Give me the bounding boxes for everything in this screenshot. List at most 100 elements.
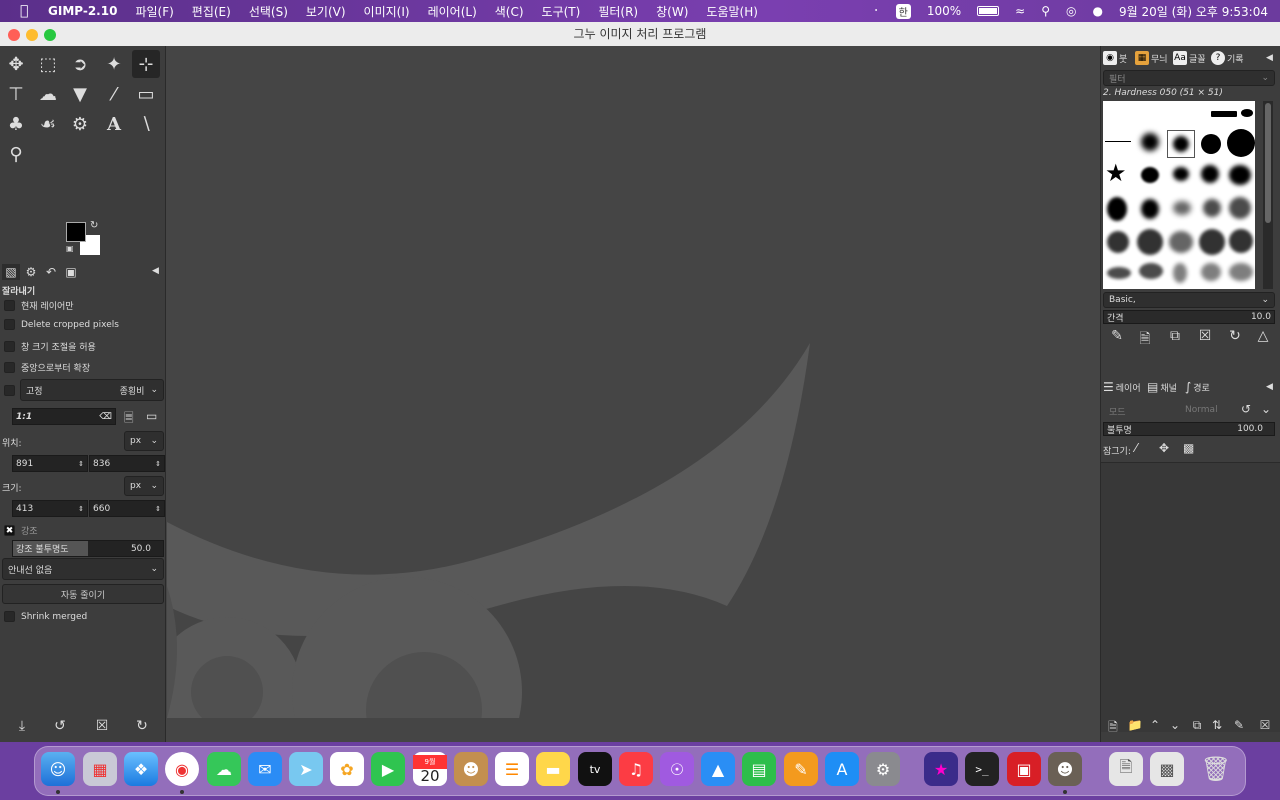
images-tab-icon[interactable]: ▣ [62,264,80,280]
lower-layer-icon[interactable]: ⌄ [1165,718,1185,732]
spin-arrows-icon[interactable]: ⇕ [155,505,161,513]
app-store-icon[interactable]: A [825,752,859,786]
podcasts-icon[interactable]: ☉ [660,752,694,786]
highlight-option[interactable]: ✖ 강조 [4,524,38,537]
brush-item[interactable] [1141,133,1159,151]
size-height-input[interactable]: 660 ⇕ [89,500,165,517]
siri-icon[interactable]: ● [1093,4,1103,18]
zoom-tool-icon[interactable]: ⚲ [2,140,30,168]
photos-icon[interactable]: ✿ [330,752,364,786]
brush-item[interactable] [1203,199,1221,217]
guides-dropdown[interactable]: 안내선 없음 ⌄ [2,558,164,580]
launchpad-icon[interactable]: ▦ [83,752,117,786]
document-icon[interactable]: 🗎 [1109,752,1143,786]
fuzzy-select-tool-icon[interactable]: ✦ [100,50,128,78]
mail-icon[interactable]: ✉ [248,752,282,786]
reset-tool-options-icon[interactable]: ↻ [132,718,152,734]
delete-cropped-option[interactable]: Delete cropped pixels [4,319,119,330]
image-canvas[interactable] [167,46,1100,718]
chrome-icon[interactable]: ◉ [165,752,199,786]
music-icon[interactable]: ♫ [619,752,653,786]
fixed-mode-dropdown[interactable]: 고정 종횡비 ⌄ [20,379,164,401]
panel-menu-icon[interactable]: ◀ [1266,382,1273,392]
menu-layer[interactable]: 레이어(L) [428,3,477,20]
notes-icon[interactable]: ▬ [536,752,570,786]
wifi-icon[interactable]: ≈ [1015,4,1025,18]
new-layer-icon[interactable]: 🗎 [1103,718,1123,739]
edit-brush-icon[interactable]: ✎ [1107,328,1127,344]
fixed-checkbox-row[interactable] [4,385,15,396]
imovie-icon[interactable]: ★ [924,752,958,786]
brush-item[interactable] [1199,229,1225,255]
warp-transform-tool-icon[interactable]: ☁ [34,80,62,108]
contacts-icon[interactable]: ☻ [454,752,488,786]
brush-item[interactable] [1173,201,1191,215]
gimp-icon[interactable]: ☻ [1048,752,1082,786]
brush-scrollbar[interactable] [1263,101,1273,289]
lock-pixels-icon[interactable]: ⁄ [1135,441,1137,455]
app-menu[interactable]: GIMP-2.10 [48,4,117,18]
smudge-tool-icon[interactable]: ☙ [34,110,62,138]
position-x-input[interactable]: 891 ⇕ [12,455,88,472]
menu-edit[interactable]: 편집(E) [192,3,231,20]
minimize-window-button[interactable] [26,29,38,41]
foreground-color-swatch[interactable] [66,222,86,242]
tab-layers[interactable]: ☰ 레이어 [1103,380,1141,394]
panel-menu-icon[interactable]: ◀ [152,266,159,276]
rect-select-tool-icon[interactable]: ⬚ [34,50,62,78]
terminal-icon[interactable]: >_ [965,752,999,786]
menu-view[interactable]: 보기(V) [306,3,346,20]
auto-shrink-button[interactable]: 자동 줄이기 [2,584,164,604]
keynote-icon[interactable]: ▲ [701,752,735,786]
lock-alpha-icon[interactable]: ▩ [1183,441,1194,455]
lasso-tool-icon[interactable]: ➲ [66,50,94,78]
merge-layer-icon[interactable]: ⇅ [1207,718,1227,732]
brush-item[interactable] [1201,263,1221,281]
color-picker-tool-icon[interactable]: ∖ [132,110,160,138]
brush-item[interactable] [1211,111,1237,117]
close-window-button[interactable] [8,29,20,41]
default-colors-icon[interactable]: ▣ [66,244,74,253]
menu-colors[interactable]: 색(C) [495,3,524,20]
device-status-tab-icon[interactable]: ⚙ [22,264,40,280]
menu-help[interactable]: 도움말(H) [706,3,758,20]
spin-arrows-icon[interactable]: ⇕ [155,460,161,468]
delete-layer-icon[interactable]: ☒ [1255,718,1275,732]
swap-colors-icon[interactable]: ↻ [90,220,98,231]
control-center-icon[interactable]: ◎ [1066,4,1076,18]
layer-list[interactable] [1101,462,1280,732]
reminders-icon[interactable]: ☰ [495,752,529,786]
brush-item[interactable] [1141,167,1159,183]
numbers-icon[interactable]: ▤ [742,752,776,786]
brush-item[interactable] [1173,136,1189,152]
landscape-icon[interactable]: ▭ [146,409,157,423]
safari-icon[interactable]: ❖ [124,752,158,786]
tool-options-tab-icon[interactable]: ▧ [2,264,20,280]
expand-center-option[interactable]: 중앙으로부터 확장 [4,361,90,374]
tab-document-history[interactable]: ? 기록 [1211,51,1244,65]
bucket-fill-tool-icon[interactable]: ▼ [66,80,94,108]
tab-patterns[interactable]: ▦ 무늬 [1135,51,1168,65]
clock[interactable]: 9월 20일 (화) 오후 9:53:04 [1119,3,1268,20]
brush-item[interactable] [1227,129,1255,157]
position-unit-dropdown[interactable]: px ⌄ [124,431,164,451]
pages-icon[interactable]: ✎ [784,752,818,786]
photo-booth-icon[interactable]: ▣ [1007,752,1041,786]
tab-fonts[interactable]: Aa 글꼴 [1173,51,1206,65]
maps-icon[interactable]: ➤ [289,752,323,786]
menu-filters[interactable]: 필터(R) [598,3,638,20]
delete-tool-preset-icon[interactable]: ☒ [92,718,112,734]
facetime-icon[interactable]: ▶ [371,752,405,786]
brush-item[interactable] [1107,267,1131,279]
finder-icon[interactable]: ☺ [41,752,75,786]
apple-tv-icon[interactable]: tv [578,752,612,786]
brush-item[interactable] [1173,263,1187,283]
restore-tool-preset-icon[interactable]: ↺ [50,718,70,734]
duplicate-layer-icon[interactable]: ⧉ [1187,718,1207,733]
size-unit-dropdown[interactable]: px ⌄ [124,476,164,496]
checkbox[interactable] [4,362,15,373]
brush-item[interactable] [1137,229,1163,255]
trash-icon[interactable]: 🗑 [1199,752,1233,786]
panel-menu-icon[interactable]: ◀ [1266,53,1273,63]
brush-filter-input[interactable]: 필터 ⌄ [1103,70,1275,86]
